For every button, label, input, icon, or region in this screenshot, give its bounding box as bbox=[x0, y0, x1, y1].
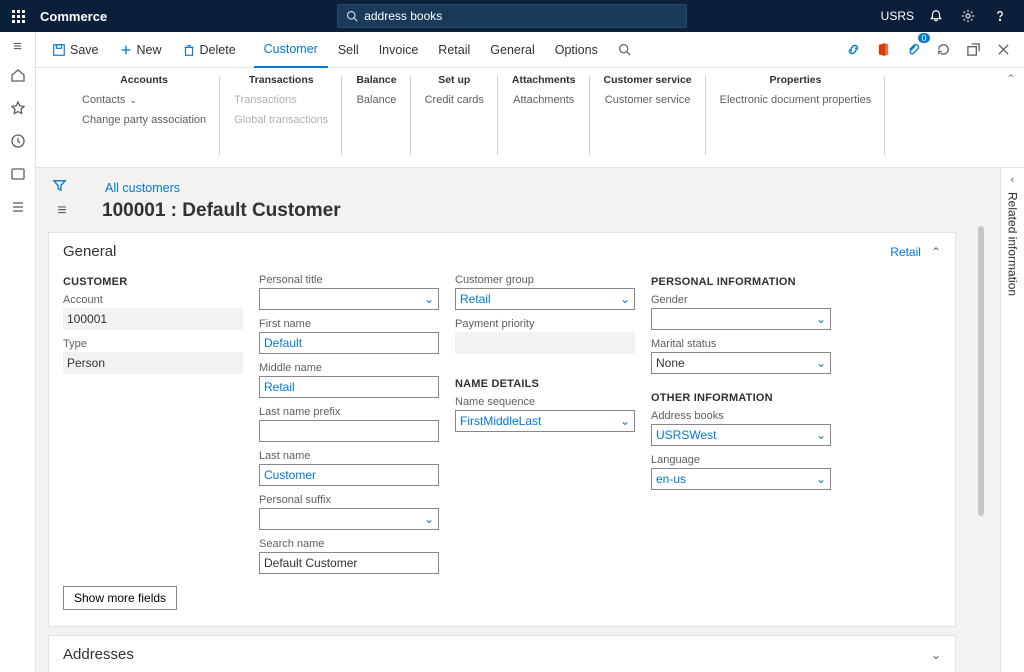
attach-badge: 0 bbox=[918, 33, 930, 43]
popout-icon[interactable] bbox=[960, 37, 986, 63]
link-icon[interactable] bbox=[840, 37, 866, 63]
close-icon[interactable] bbox=[990, 37, 1016, 63]
chevron-up-icon: ⌃ bbox=[931, 245, 941, 259]
personal-suffix-select[interactable]: ⌄ bbox=[259, 508, 439, 530]
app-launcher-icon[interactable] bbox=[0, 0, 36, 32]
workspaces-icon[interactable] bbox=[10, 166, 26, 187]
favorites-icon[interactable] bbox=[10, 100, 26, 121]
view-options-icon[interactable]: ≡ bbox=[52, 202, 72, 220]
user-label[interactable]: USRS bbox=[881, 9, 918, 23]
search-name-input[interactable] bbox=[259, 552, 439, 574]
ribbon-item-change-party[interactable]: Change party association bbox=[82, 112, 206, 128]
related-info-rail[interactable]: ‹ Related information bbox=[1000, 168, 1024, 672]
customer-group-select[interactable]: Retail⌄ bbox=[455, 288, 635, 310]
tab-options[interactable]: Options bbox=[545, 32, 608, 68]
new-button[interactable]: New bbox=[109, 39, 172, 61]
ribbon: Accounts Contacts ⌄ Change party associa… bbox=[36, 68, 1024, 168]
ribbon-group-transactions: Transactions Transactions Global transac… bbox=[220, 68, 342, 167]
chevron-left-icon[interactable]: ‹ bbox=[1011, 174, 1015, 186]
ribbon-group-customer-service: Customer service Customer service bbox=[590, 68, 706, 167]
tab-customer[interactable]: Customer bbox=[254, 32, 328, 68]
help-icon[interactable] bbox=[986, 0, 1014, 32]
first-name-input[interactable] bbox=[259, 332, 439, 354]
tab-general[interactable]: General bbox=[480, 32, 544, 68]
last-name-input[interactable] bbox=[259, 464, 439, 486]
ribbon-item-customer-service[interactable]: Customer service bbox=[605, 92, 691, 108]
middle-name-input[interactable] bbox=[259, 376, 439, 398]
filter-icon[interactable] bbox=[52, 178, 67, 198]
tab-sell[interactable]: Sell bbox=[328, 32, 369, 68]
notifications-icon[interactable] bbox=[922, 0, 950, 32]
chevron-down-icon: ⌄ bbox=[931, 648, 941, 662]
type-field: Person bbox=[63, 352, 243, 374]
breadcrumb[interactable]: All customers bbox=[75, 181, 180, 195]
refresh-icon[interactable] bbox=[930, 37, 956, 63]
chevron-down-icon: ⌄ bbox=[620, 414, 630, 428]
delete-button[interactable]: Delete bbox=[172, 39, 246, 61]
page-title: 100001 : Default Customer bbox=[80, 200, 341, 222]
section-name-details: NAME DETAILS bbox=[455, 378, 635, 390]
ribbon-item-edoc-props[interactable]: Electronic document properties bbox=[720, 92, 872, 108]
tab-search-icon[interactable] bbox=[608, 32, 641, 68]
panel-header-addresses[interactable]: Addresses ⌄ bbox=[49, 636, 955, 672]
search-icon bbox=[346, 10, 358, 22]
ribbon-group-setup: Set up Credit cards bbox=[411, 68, 498, 167]
related-info-label: Related information bbox=[1006, 192, 1020, 296]
personal-title-select[interactable]: ⌄ bbox=[259, 288, 439, 310]
section-other-info: OTHER INFORMATION bbox=[651, 392, 831, 404]
chevron-down-icon: ⌄ bbox=[816, 312, 826, 326]
panel-addresses: Addresses ⌄ bbox=[48, 635, 956, 672]
ribbon-group-attachments: Attachments Attachments bbox=[498, 68, 590, 167]
chevron-down-icon: ⌄ bbox=[424, 292, 434, 306]
panel-badge-retail[interactable]: Retail bbox=[890, 245, 921, 259]
last-name-prefix-input[interactable] bbox=[259, 420, 439, 442]
tab-invoice[interactable]: Invoice bbox=[369, 32, 429, 68]
gender-select[interactable]: ⌄ bbox=[651, 308, 831, 330]
chevron-down-icon: ⌄ bbox=[424, 512, 434, 526]
ribbon-item-attachments[interactable]: Attachments bbox=[513, 92, 574, 108]
section-personal-info: PERSONAL INFORMATION bbox=[651, 276, 831, 288]
name-sequence-select[interactable]: FirstMiddleLast⌄ bbox=[455, 410, 635, 432]
chevron-down-icon: ⌄ bbox=[816, 472, 826, 486]
scrollbar[interactable] bbox=[978, 226, 984, 662]
search-box[interactable] bbox=[337, 4, 687, 28]
marital-select[interactable]: None⌄ bbox=[651, 352, 831, 374]
app-name: Commerce bbox=[36, 9, 107, 24]
modules-icon[interactable] bbox=[10, 199, 26, 220]
office-icon[interactable] bbox=[870, 37, 896, 63]
chevron-down-icon: ⌄ bbox=[816, 428, 826, 442]
settings-icon[interactable] bbox=[954, 0, 982, 32]
ribbon-item-contacts[interactable]: Contacts ⌄ bbox=[82, 92, 137, 108]
panel-header-general[interactable]: General Retail ⌃ bbox=[49, 233, 955, 270]
language-select[interactable]: en-us⌄ bbox=[651, 468, 831, 490]
chevron-down-icon: ⌄ bbox=[129, 95, 137, 106]
action-bar: Save New Delete Customer Sell Invoice Re… bbox=[36, 32, 1024, 68]
chevron-down-icon: ⌄ bbox=[620, 292, 630, 306]
ribbon-item-balance[interactable]: Balance bbox=[357, 92, 397, 108]
account-field: 100001 bbox=[63, 308, 243, 330]
panel-general: General Retail ⌃ CUSTOMER Account 100001… bbox=[48, 232, 956, 627]
address-books-select[interactable]: USRSWest⌄ bbox=[651, 424, 831, 446]
chevron-down-icon: ⌄ bbox=[816, 356, 826, 370]
search-input[interactable] bbox=[364, 9, 678, 23]
show-more-fields-button[interactable]: Show more fields bbox=[63, 586, 177, 610]
recent-icon[interactable] bbox=[10, 133, 26, 154]
ribbon-group-balance: Balance Balance bbox=[342, 68, 410, 167]
section-customer: CUSTOMER bbox=[63, 276, 243, 288]
ribbon-item-transactions: Transactions bbox=[234, 92, 297, 108]
ribbon-item-credit-cards[interactable]: Credit cards bbox=[425, 92, 484, 108]
attach-icon[interactable]: 0 bbox=[900, 37, 926, 63]
main-content: All customers ≡ 100001 : Default Custome… bbox=[36, 168, 1024, 672]
ribbon-collapse-icon[interactable]: ⌃ bbox=[1006, 72, 1016, 86]
payment-priority-field bbox=[455, 332, 635, 354]
global-header: Commerce USRS bbox=[0, 0, 1024, 32]
ribbon-item-global-transactions: Global transactions bbox=[234, 112, 328, 128]
hamburger-icon[interactable]: ≡ bbox=[13, 38, 22, 55]
home-icon[interactable] bbox=[10, 67, 26, 88]
save-button[interactable]: Save bbox=[42, 39, 109, 61]
tab-retail[interactable]: Retail bbox=[428, 32, 480, 68]
ribbon-group-accounts: Accounts Contacts ⌄ Change party associa… bbox=[68, 68, 220, 167]
ribbon-group-properties: Properties Electronic document propertie… bbox=[706, 68, 886, 167]
